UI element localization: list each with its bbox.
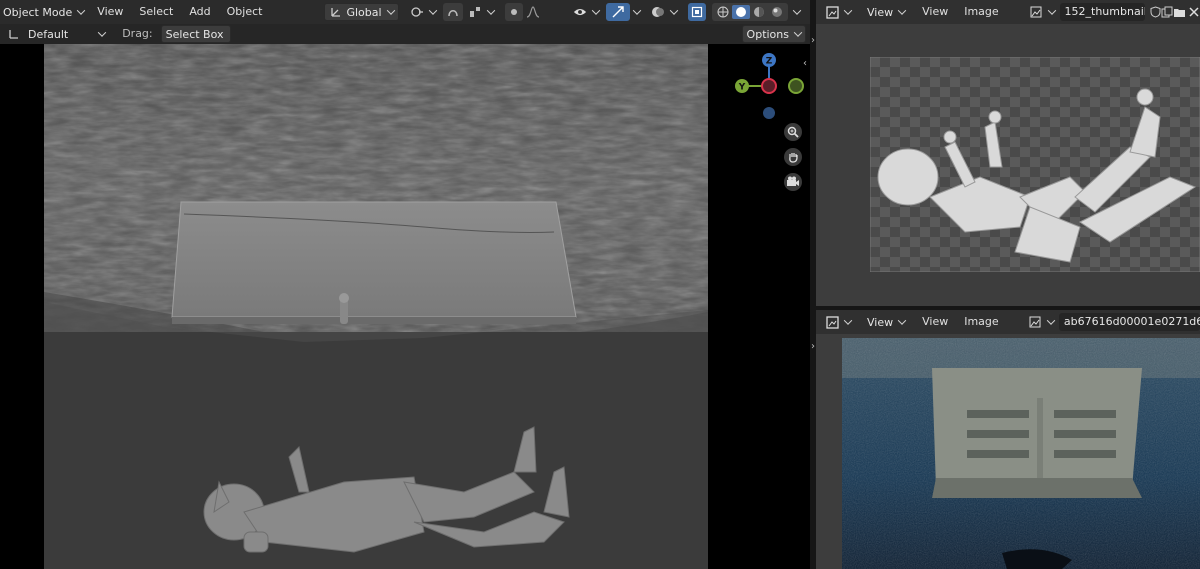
3d-viewport[interactable]: Object Mode View Select Add Object Globa… <box>0 0 810 569</box>
gizmo-z-neg-axis[interactable] <box>763 107 775 119</box>
chevron-right-icon[interactable]: › <box>811 35 815 46</box>
image-preview-thumbnail <box>870 57 1200 272</box>
image-editor-icon <box>825 5 839 19</box>
chevron-down-icon <box>1046 316 1056 325</box>
eye-icon <box>573 5 587 19</box>
gizmo-dropdown[interactable] <box>606 3 630 21</box>
viewport-scene[interactable] <box>44 42 708 569</box>
overlays-icon <box>651 5 665 19</box>
chevron-left-icon[interactable]: ‹ <box>803 58 807 69</box>
chevron-down-icon <box>843 316 853 325</box>
menu-view[interactable]: View <box>914 2 956 22</box>
view-mode-dropdown[interactable]: View <box>862 313 910 331</box>
menu-image[interactable]: Image <box>956 2 1006 22</box>
viewport-header: Object Mode View Select Add Object Globa… <box>0 0 810 24</box>
options-label: Options <box>746 27 789 41</box>
chevron-down-icon <box>669 6 679 15</box>
rendered-shading-icon[interactable] <box>768 5 786 19</box>
transform-orientation-dropdown[interactable]: Global <box>324 3 399 21</box>
gizmo-icon <box>611 5 625 19</box>
falloff-curve-icon[interactable] <box>523 5 543 19</box>
gizmo-y-neg-axis[interactable] <box>788 78 804 94</box>
chevron-down-icon <box>486 6 495 15</box>
image-editor-header: View View Image ab67616d00001e0271d62ea7… <box>816 310 1200 334</box>
menu-view[interactable]: View <box>914 312 956 332</box>
scene-render <box>44 42 708 569</box>
menu-image[interactable]: Image <box>956 312 1006 332</box>
transform-orientation-label: Global <box>346 5 382 19</box>
duplicate-icon[interactable] <box>1161 5 1173 19</box>
chevron-down-icon <box>77 6 86 15</box>
image-editor-icon <box>825 315 839 329</box>
material-shading-icon[interactable] <box>750 5 768 19</box>
overlays-dropdown[interactable] <box>646 3 682 21</box>
chevron-down-icon <box>591 6 601 15</box>
view-mode-label: View <box>867 315 894 329</box>
menu-object[interactable]: Object <box>219 2 271 22</box>
pivot-point-dropdown[interactable] <box>405 3 441 21</box>
object-mode-label: Object Mode <box>3 5 73 19</box>
view-mode-dropdown[interactable]: View <box>862 3 910 21</box>
proportional-editing-icon[interactable] <box>504 3 523 21</box>
drag-label: Drag: <box>122 27 153 40</box>
snap-target-dropdown[interactable] <box>463 3 499 21</box>
orientation-preset-label: Default <box>28 27 69 41</box>
shield-icon[interactable] <box>1149 5 1161 19</box>
chevron-down-icon <box>97 28 107 37</box>
camera-icon[interactable] <box>784 173 802 191</box>
chevron-down-icon <box>897 6 907 15</box>
chevron-down-icon <box>1047 6 1056 15</box>
folder-open-icon[interactable] <box>1173 5 1186 19</box>
image-editor-header: View View Image 152_thumbnail.png <box>816 0 1200 24</box>
image-browse-dropdown[interactable] <box>1024 3 1060 21</box>
image-editor-bottom[interactable]: View View Image ab67616d00001e0271d62ea7… <box>816 310 1200 569</box>
chevron-down-icon[interactable] <box>792 6 802 15</box>
solid-shading-icon[interactable] <box>732 5 750 19</box>
editor-type-dropdown[interactable] <box>820 313 856 331</box>
chevron-down-icon[interactable] <box>632 6 642 15</box>
orientation-preset-dropdown[interactable]: Default <box>2 25 110 43</box>
orientation-axes-icon <box>329 5 343 19</box>
object-mode-dropdown[interactable]: Object Mode <box>0 3 89 21</box>
image-editor-top[interactable]: View View Image 152_thumbnail.png <box>816 0 1200 306</box>
image-filename: ab67616d00001e0271d62ea7ea8a5b <box>1063 315 1200 328</box>
chevron-down-icon <box>386 6 395 15</box>
image-filename: 152_thumbnail.png <box>1064 5 1146 18</box>
menu-add[interactable]: Add <box>181 2 218 22</box>
gizmo-x-neg-axis[interactable] <box>761 78 777 94</box>
transform-icon <box>7 27 21 41</box>
drag-select-value: Select Box <box>165 27 224 41</box>
close-icon[interactable] <box>1188 5 1200 19</box>
view-mode-label: View <box>867 5 894 19</box>
image-icon <box>1028 315 1042 329</box>
chevron-down-icon <box>897 316 907 325</box>
tool-header: Default Drag: Select Box Options <box>0 24 810 44</box>
zoom-icon[interactable] <box>784 123 802 141</box>
image-filename-field[interactable]: 152_thumbnail.png <box>1059 3 1146 21</box>
gizmo-z-label: Z <box>766 57 773 67</box>
chevron-down-icon <box>428 6 437 15</box>
snap-icon[interactable] <box>442 3 463 21</box>
hand-pan-icon[interactable] <box>784 148 802 166</box>
chevron-down-icon <box>843 6 853 15</box>
image-filename-field[interactable]: ab67616d00001e0271d62ea7ea8a5b <box>1058 313 1200 331</box>
menu-select[interactable]: Select <box>131 2 181 22</box>
shading-mode-group <box>712 3 788 21</box>
xray-toggle-icon[interactable] <box>688 3 706 21</box>
drag-select-dropdown[interactable]: Select Box <box>160 25 231 43</box>
image-browse-dropdown[interactable] <box>1023 313 1059 331</box>
reference-image-underwater <box>842 338 1200 569</box>
snap-target-icon <box>468 5 482 19</box>
navigation-gizmo[interactable]: Z Y <box>728 50 808 122</box>
chevron-down-icon <box>793 28 803 37</box>
pivot-point-icon <box>410 5 424 19</box>
gizmo-y-label: Y <box>738 83 746 93</box>
options-dropdown[interactable]: Options <box>741 25 806 43</box>
editor-type-dropdown[interactable] <box>820 3 856 21</box>
menu-view[interactable]: View <box>89 2 131 22</box>
wireframe-shading-icon[interactable] <box>714 5 732 19</box>
image-icon <box>1029 5 1043 19</box>
visibility-dropdown[interactable] <box>568 3 604 21</box>
chevron-right-icon[interactable]: › <box>811 341 815 352</box>
